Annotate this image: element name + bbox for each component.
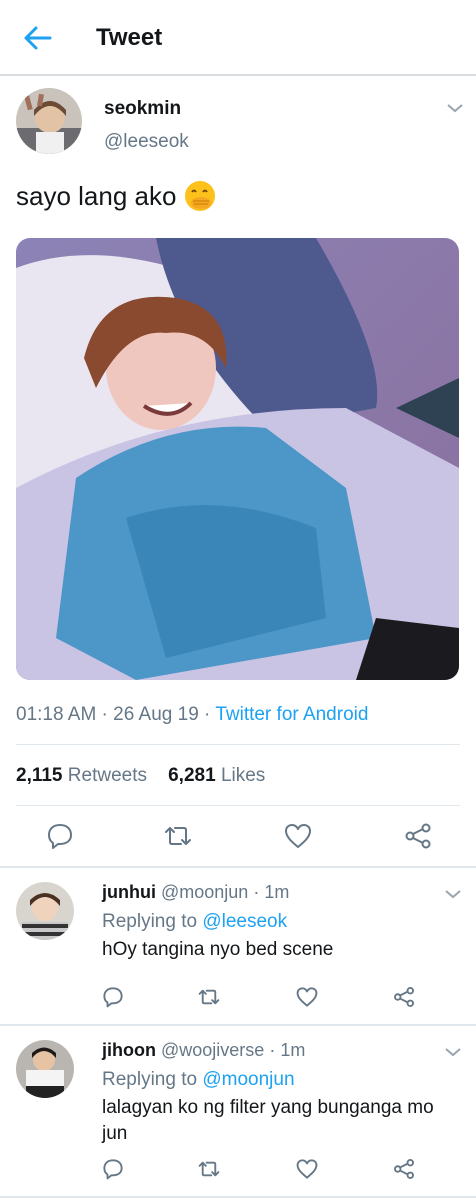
tweet-text-content: sayo lang ako (16, 180, 177, 211)
reply-separator: · (253, 882, 260, 902)
reply-time: 1m (264, 882, 290, 902)
chevron-down-icon[interactable] (446, 102, 464, 114)
retweets-stat[interactable]: 2,115 Retweets (16, 765, 147, 786)
chevron-down-icon[interactable] (444, 1046, 462, 1058)
divider (0, 1024, 476, 1026)
tweet-timestamp: 01:18 AM · 26 Aug 19 · Twitter for Andro… (16, 704, 369, 725)
reply-author-handle: @woojiverse (161, 1040, 265, 1060)
author-handle[interactable]: @leeseok (104, 131, 189, 153)
retweets-count: 2,115 (16, 765, 63, 786)
reply-author-name: jihoon (102, 1040, 156, 1060)
author-avatar[interactable] (16, 88, 82, 154)
reply-icon[interactable] (102, 986, 124, 1008)
author-name[interactable]: seokmin (104, 98, 181, 120)
chevron-down-icon[interactable] (444, 888, 462, 900)
reply-author[interactable]: junhui @moonjun · 1m (102, 882, 289, 903)
retweet-icon[interactable] (198, 986, 220, 1008)
replying-to: Replying to @moonjun (102, 1069, 295, 1091)
share-icon[interactable] (393, 1158, 415, 1180)
tweet-time: 01:18 AM (16, 704, 97, 725)
tweet-date: 26 Aug 19 (113, 704, 199, 725)
retweets-label: Retweets (67, 765, 147, 786)
likes-count: 6,281 (168, 765, 216, 786)
reply-text: lalagyan ko ng filter yang bunganga mo j… (102, 1097, 434, 1144)
like-icon[interactable] (296, 1158, 318, 1180)
reply-author-handle: @moonjun (161, 882, 249, 902)
tweet-source-link[interactable]: Twitter for Android (215, 704, 368, 725)
divider (16, 805, 460, 806)
hand-over-mouth-emoji-icon (185, 181, 216, 211)
reply-author-name: junhui (102, 882, 156, 902)
divider (0, 1196, 476, 1198)
likes-label: Likes (220, 765, 266, 786)
replying-to-prefix: Replying to (102, 1069, 198, 1090)
back-arrow-icon[interactable] (22, 24, 52, 52)
top-bar: Tweet (0, 0, 476, 76)
reply-avatar[interactable] (16, 1040, 74, 1098)
retweet-icon[interactable] (164, 822, 192, 850)
reply-time: 1m (280, 1040, 306, 1060)
page-title: Tweet (96, 24, 163, 51)
divider (16, 744, 460, 745)
likes-stat[interactable]: 6,281 Likes (168, 765, 265, 786)
replying-to-link[interactable]: @moonjun (202, 1069, 294, 1090)
share-icon[interactable] (393, 986, 415, 1008)
reply-separator: · (269, 1040, 276, 1060)
like-icon[interactable] (296, 986, 318, 1008)
reply-icon[interactable] (102, 1158, 124, 1180)
reply-text: hOy tangina nyo bed scene (102, 939, 334, 960)
replying-to-prefix: Replying to (102, 911, 198, 932)
reply-icon[interactable] (46, 822, 74, 850)
reply-avatar[interactable] (16, 882, 74, 940)
retweet-icon[interactable] (198, 1158, 220, 1180)
divider (0, 866, 476, 868)
share-icon[interactable] (404, 822, 432, 850)
replying-to-link[interactable]: @leeseok (202, 911, 287, 932)
tweet-stats: 2,115 Retweets 6,281 Likes (16, 765, 265, 787)
tweet-photo[interactable] (16, 238, 459, 680)
tweet-text: sayo lang ako (16, 180, 216, 212)
reply-author[interactable]: jihoon @woojiverse · 1m (102, 1040, 305, 1061)
like-icon[interactable] (284, 822, 312, 850)
replying-to: Replying to @leeseok (102, 911, 287, 933)
